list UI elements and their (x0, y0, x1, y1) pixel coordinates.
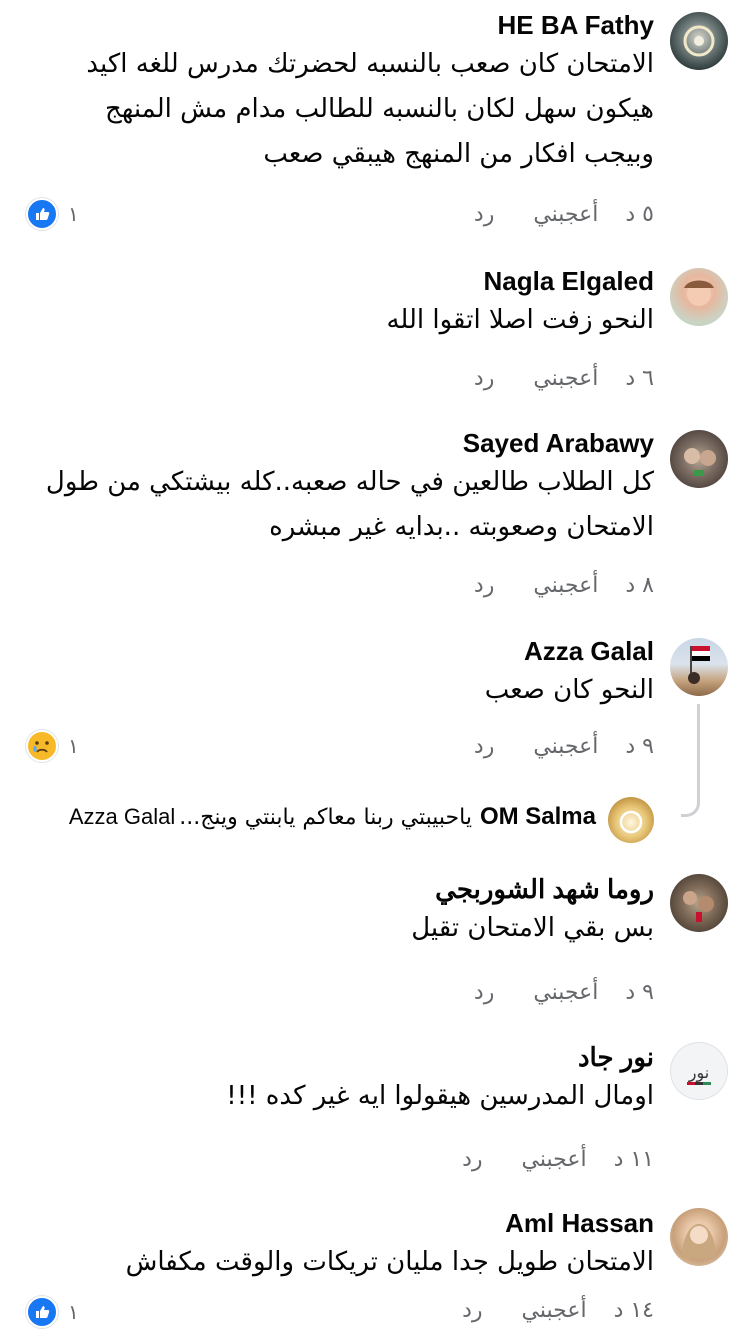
reply-mention[interactable]: Azza Galal (69, 804, 175, 830)
comment-time[interactable]: ٥ د (625, 202, 654, 227)
comment-time[interactable]: ٩ د (625, 734, 654, 759)
comment-text: كل الطلاب طالعين في حاله صعبه..كله بيشتك… (45, 467, 654, 542)
like-link[interactable]: أعجبني (533, 734, 598, 759)
like-icon (26, 1296, 58, 1328)
commenter-name[interactable]: نور جاد (30, 1040, 654, 1074)
like-link[interactable]: أعجبني (533, 573, 598, 598)
avatar[interactable] (608, 797, 654, 843)
comment-text: الامتحان كان صعب بالنسبه لحضرتك مدرس للغ… (86, 49, 654, 169)
commenter-name[interactable]: Nagla Elgaled (30, 264, 655, 298)
cry-icon (26, 730, 58, 762)
comment-text: الامتحان طويل جدا مليان تريكات والوقت مك… (125, 1247, 654, 1277)
commenter-name[interactable]: Azza Galal (30, 634, 654, 668)
commenter-name[interactable]: HE BA Fathy (30, 8, 655, 42)
reply-thread-line (681, 704, 700, 817)
reply-link[interactable]: رد (462, 1298, 482, 1323)
comment-time[interactable]: ٩ د (625, 980, 654, 1005)
like-link[interactable]: أعجبني (533, 202, 598, 227)
comment-text: النحو زفت اصلا اتقوا الله (386, 305, 654, 335)
svg-text:نور: نور (688, 1063, 709, 1083)
reply-text: ياحبيبتي ربنا معاكم يابنتي وينج... (179, 804, 472, 830)
avatar[interactable] (670, 874, 728, 932)
avatar[interactable] (670, 268, 728, 326)
reply-summary[interactable]: OM Salma ياحبيبتي ربنا معاكم يابنتي وينج… (69, 803, 596, 831)
comment-time[interactable]: ١٤ د (614, 1298, 654, 1323)
comment-actions: ٦ د أعجبني رد (474, 366, 654, 391)
comment-actions: ١١ د أعجبني رد (462, 1147, 654, 1172)
reaction-count: ١ (68, 202, 79, 226)
reply-author[interactable]: OM Salma (480, 803, 596, 831)
avatar[interactable] (670, 638, 728, 696)
like-icon (26, 198, 58, 230)
avatar[interactable] (670, 1208, 728, 1266)
avatar[interactable]: نور (670, 1042, 728, 1100)
comment-text: النحو كان صعب (484, 675, 654, 705)
comment-actions: ٥ د أعجبني رد (474, 202, 654, 227)
like-link[interactable]: أعجبني (522, 1147, 587, 1172)
comment-text: بس بقي الامتحان تقيل (411, 913, 654, 943)
comment-time[interactable]: ١١ د (614, 1147, 654, 1172)
reply-link[interactable]: رد (474, 366, 494, 391)
like-link[interactable]: أعجبني (533, 980, 598, 1005)
comment-time[interactable]: ٦ د (625, 366, 654, 391)
comment-actions: ٩ د أعجبني رد (474, 980, 654, 1005)
reaction-summary[interactable]: ١ (26, 198, 79, 230)
like-link[interactable]: أعجبني (522, 1298, 587, 1323)
commenter-name[interactable]: Aml Hassan (30, 1206, 654, 1240)
commenter-name[interactable]: Sayed Arabawy (30, 426, 654, 460)
reply-link[interactable]: رد (474, 202, 494, 227)
reply-link[interactable]: رد (474, 980, 494, 1005)
reaction-summary[interactable]: ١ (26, 1296, 79, 1328)
reply-link[interactable]: رد (474, 573, 494, 598)
like-link[interactable]: أعجبني (533, 366, 598, 391)
comment-actions: ٩ د أعجبني رد (474, 734, 654, 759)
comment-actions: ٨ د أعجبني رد (474, 573, 654, 598)
reaction-count: ١ (68, 1300, 79, 1324)
avatar[interactable] (670, 430, 728, 488)
reaction-count: ١ (68, 734, 79, 758)
comment-time[interactable]: ٨ د (625, 573, 654, 598)
avatar[interactable] (670, 12, 728, 70)
comment-actions: ١٤ د أعجبني رد (462, 1298, 654, 1323)
comment-text: اومال المدرسين هيقولوا ايه غير كده !!! (226, 1081, 654, 1111)
commenter-name[interactable]: روما شهد الشوربجي (30, 872, 654, 906)
reaction-summary[interactable]: ١ (26, 730, 79, 762)
reply-link[interactable]: رد (462, 1147, 482, 1172)
reply-link[interactable]: رد (474, 734, 494, 759)
